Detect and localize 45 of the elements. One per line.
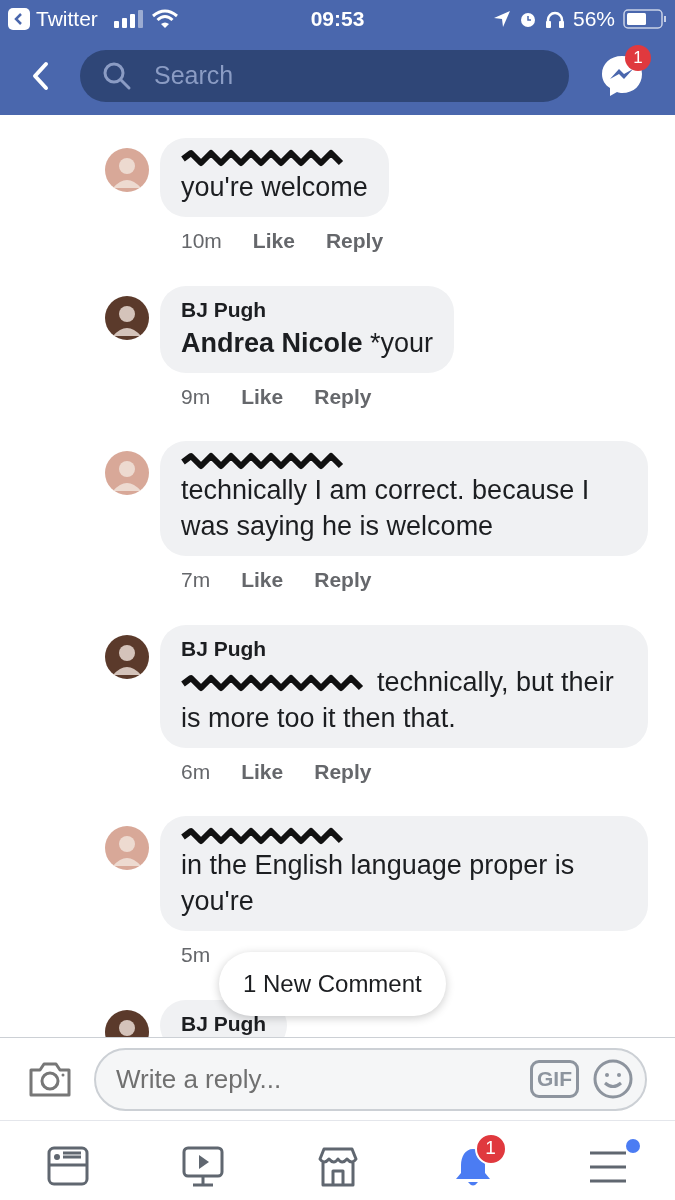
back-icon[interactable] (30, 61, 50, 91)
search-field[interactable]: Search (80, 50, 569, 102)
back-app-label[interactable]: Twitter (36, 2, 98, 35)
comment-author[interactable]: BJ Pugh (181, 294, 267, 325)
comment-text: technically I am correct. because I was saying he is welcome (181, 474, 591, 543)
search-input[interactable]: Search (154, 57, 454, 95)
search-icon (102, 61, 132, 91)
signal-icon (113, 9, 146, 28)
notifications-tab[interactable]: 1 (430, 1132, 515, 1189)
notification-badge: 1 (625, 45, 651, 71)
location-arrow-icon (492, 9, 511, 28)
reply-link[interactable]: Reply (314, 380, 372, 412)
back-app-icon[interactable] (8, 7, 30, 30)
battery-percent: 56% (572, 5, 615, 32)
like-link[interactable]: Like (241, 380, 284, 412)
reply-input[interactable]: Write a reply... (116, 1059, 516, 1099)
like-link[interactable]: Like (241, 564, 284, 596)
camera-icon[interactable] (28, 1060, 72, 1098)
mention-link[interactable]: Andrea Nicole (181, 327, 363, 358)
comment-time: 7m (181, 567, 211, 593)
reply-link[interactable]: Reply (314, 755, 372, 787)
avatar[interactable] (105, 634, 149, 679)
comment-time: 6m (181, 758, 211, 785)
comment-text: technically, but their is more too it then that. (181, 665, 615, 735)
comment-text: you're welcome (181, 171, 368, 204)
avatar[interactable] (105, 295, 149, 340)
headphones-icon (544, 9, 565, 28)
status-time: 09:53 (309, 5, 366, 32)
new-comment-toast[interactable]: 1 New Comment (219, 952, 446, 1016)
comment-time: 9m (181, 383, 211, 410)
video-icon (180, 1144, 225, 1189)
wifi-icon (151, 8, 178, 29)
like-link[interactable]: Like (252, 225, 295, 257)
emoji-icon[interactable] (593, 1059, 633, 1099)
comment-author[interactable]: BJ Pugh (181, 633, 267, 664)
news-feed-icon (45, 1144, 90, 1189)
reply-link[interactable]: Reply (325, 225, 384, 257)
notification-badge: 1 (474, 1132, 507, 1165)
like-link[interactable]: Like (241, 755, 284, 787)
reply-link[interactable]: Reply (314, 564, 372, 596)
battery-icon (623, 8, 667, 29)
comment-text: Andrea Nicole *your (181, 326, 434, 360)
comment-text: in the English language proper is you're (181, 849, 576, 918)
comment-time: 10m (181, 228, 222, 254)
comment-time: 5m (181, 942, 211, 968)
